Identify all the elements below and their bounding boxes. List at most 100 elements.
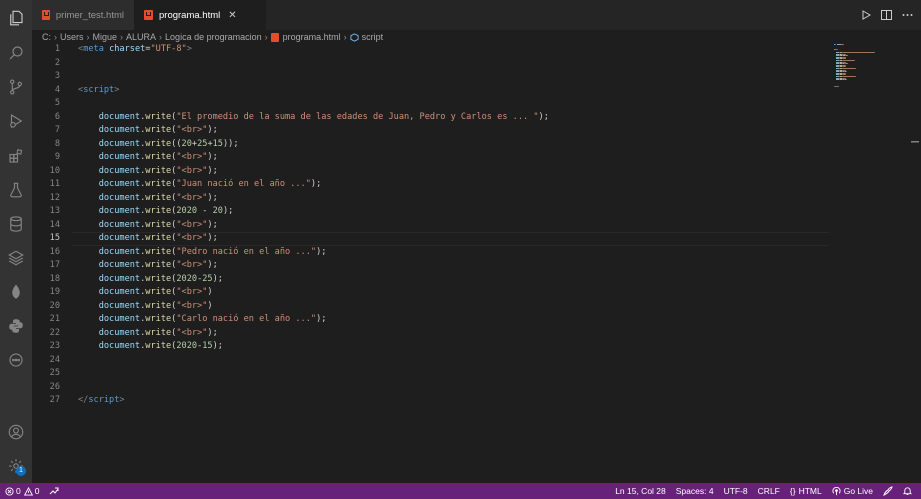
line-number: 18 — [49, 273, 60, 284]
problems-indicator[interactable]: 0 0 — [0, 483, 44, 499]
code-token: "<br>" — [176, 233, 208, 243]
encoding[interactable]: UTF-8 — [719, 483, 753, 499]
close-tab-icon[interactable]: ✕ — [228, 10, 236, 21]
code-line[interactable]: 26 — [32, 381, 832, 395]
code-line[interactable]: 20 document.write("<br>") — [32, 300, 832, 314]
code-line[interactable]: 2 — [32, 57, 832, 71]
code-token: write — [145, 152, 172, 162]
python-icon[interactable] — [0, 311, 32, 341]
code-line[interactable]: 19 document.write("<br>") — [32, 286, 832, 300]
code-line[interactable]: 17 document.write("<br>"); — [32, 259, 832, 273]
line-number: 25 — [49, 368, 60, 378]
code-token: "<br>" — [176, 287, 208, 297]
minimap-mark — [846, 55, 848, 57]
code-line[interactable]: 24 — [32, 354, 832, 368]
breadcrumb-item[interactable]: programa.html — [283, 32, 341, 42]
breadcrumb: C: › Users › Migue › ALURA › Logica de progr… — [32, 30, 921, 44]
code-editor[interactable]: 1 <meta charset="UTF-8"> 2 3 4 <script> 5 6 doc… — [32, 44, 921, 483]
extensions-icon[interactable] — [0, 141, 32, 171]
code-token: write — [145, 233, 172, 243]
account-icon[interactable] — [0, 417, 32, 447]
breadcrumb-item[interactable]: ALURA — [126, 32, 156, 42]
code-line[interactable]: 4 <script> — [32, 84, 832, 98]
code-line[interactable]: 23 document.write(2020-15); — [32, 340, 832, 354]
line-number: 19 — [49, 287, 60, 297]
breadcrumb-item[interactable]: Users — [60, 32, 84, 42]
split-editor-icon[interactable] — [881, 10, 892, 20]
minimap-mark — [854, 60, 856, 61]
code-token: "<br>" — [176, 327, 208, 338]
code-line[interactable]: 7 document.write("<br>"); — [32, 124, 832, 138]
code-line[interactable]: 10 document.write("<br>"); — [32, 165, 832, 179]
code-line[interactable]: 6 document.write("El promedio de la suma… — [32, 111, 832, 125]
cursor-position[interactable]: Ln 15, Col 28 — [610, 483, 671, 499]
code-token: ); — [316, 314, 327, 324]
remote-explorer-icon[interactable] — [0, 345, 32, 375]
code-token: write — [145, 111, 172, 122]
tab-programa[interactable]: programa.html ✕ — [134, 0, 266, 30]
end-of-line[interactable]: CRLF — [753, 483, 785, 499]
breadcrumb-item[interactable]: script — [362, 32, 384, 42]
code-line[interactable]: 5 — [32, 97, 832, 111]
line-number: 15 — [49, 233, 60, 243]
go-live-button[interactable]: Go Live — [827, 483, 878, 499]
code-line[interactable]: 14 document.write("<br>"); — [32, 219, 832, 233]
code-line[interactable]: 11 document.write("Juan nació en el año … — [32, 178, 832, 192]
code-line[interactable]: 1 <meta charset="UTF-8"> — [32, 43, 832, 57]
code-line[interactable]: 8 document.write((20+25+15)); — [32, 138, 832, 152]
settings-gear-icon[interactable] — [0, 451, 32, 481]
code-text: document.write("<br>") — [78, 300, 213, 314]
feedback-icon[interactable] — [878, 483, 898, 499]
notifications-bell-icon[interactable] — [898, 483, 917, 499]
code-token: 20 — [212, 206, 223, 216]
braces-icon: {} — [789, 486, 796, 496]
mongodb-icon[interactable] — [0, 277, 32, 307]
search-icon[interactable] — [0, 38, 32, 68]
breadcrumb-item[interactable]: Logica de programacion — [165, 32, 262, 42]
code-text: <meta charset="UTF-8"> — [78, 43, 192, 57]
code-line[interactable]: 21 document.write("Carlo nació en el año… — [32, 313, 832, 327]
breadcrumb-item[interactable]: Migue — [93, 32, 118, 42]
line-number: 13 — [49, 206, 60, 216]
code-token: write — [145, 206, 172, 216]
code-line[interactable]: 13 document.write(2020 - 20); — [32, 205, 832, 219]
indentation[interactable]: Spaces: 4 — [671, 483, 719, 499]
code-line[interactable]: 16 document.write("Pedro nació en el año… — [32, 246, 832, 260]
run-debug-icon[interactable] — [0, 106, 32, 136]
code-line[interactable]: 3 — [32, 70, 832, 84]
code-token: write — [145, 273, 172, 284]
breadcrumb-item[interactable]: C: — [42, 32, 51, 42]
code-token: write — [145, 219, 172, 230]
broadcast-icon — [832, 486, 841, 495]
code-line[interactable]: 12 document.write("<br>"); — [32, 192, 832, 206]
layers-icon[interactable] — [0, 243, 32, 273]
code-line[interactable]: 22 document.write("<br>"); — [32, 327, 832, 341]
source-control-icon[interactable] — [0, 72, 32, 102]
language-mode[interactable]: {} HTML — [785, 483, 827, 499]
chevron-right-icon: › — [120, 32, 124, 42]
code-line[interactable]: 27 </script> — [32, 394, 832, 408]
code-line[interactable]: 25 — [32, 367, 832, 381]
code-token: 25 — [202, 273, 213, 284]
activity-bar — [0, 0, 32, 483]
live-share-icon[interactable] — [44, 483, 64, 499]
run-icon[interactable] — [861, 10, 871, 20]
go-live-label: Go Live — [843, 486, 873, 496]
code-line[interactable]: 15 document.write("<br>"); — [32, 232, 832, 246]
editor-scrollbar[interactable] — [909, 44, 921, 483]
testing-icon[interactable] — [0, 175, 32, 205]
files-icon[interactable] — [0, 3, 32, 33]
code-line[interactable]: 9 document.write("<br>"); — [32, 151, 832, 165]
database-icon[interactable] — [0, 209, 32, 239]
minimap[interactable] — [834, 44, 894, 104]
code-token: script — [88, 395, 120, 405]
tab-primer-test[interactable]: primer_test.html — [32, 0, 134, 30]
code-line[interactable]: 18 document.write(2020-25); — [32, 273, 832, 287]
more-actions-icon[interactable] — [902, 10, 913, 20]
